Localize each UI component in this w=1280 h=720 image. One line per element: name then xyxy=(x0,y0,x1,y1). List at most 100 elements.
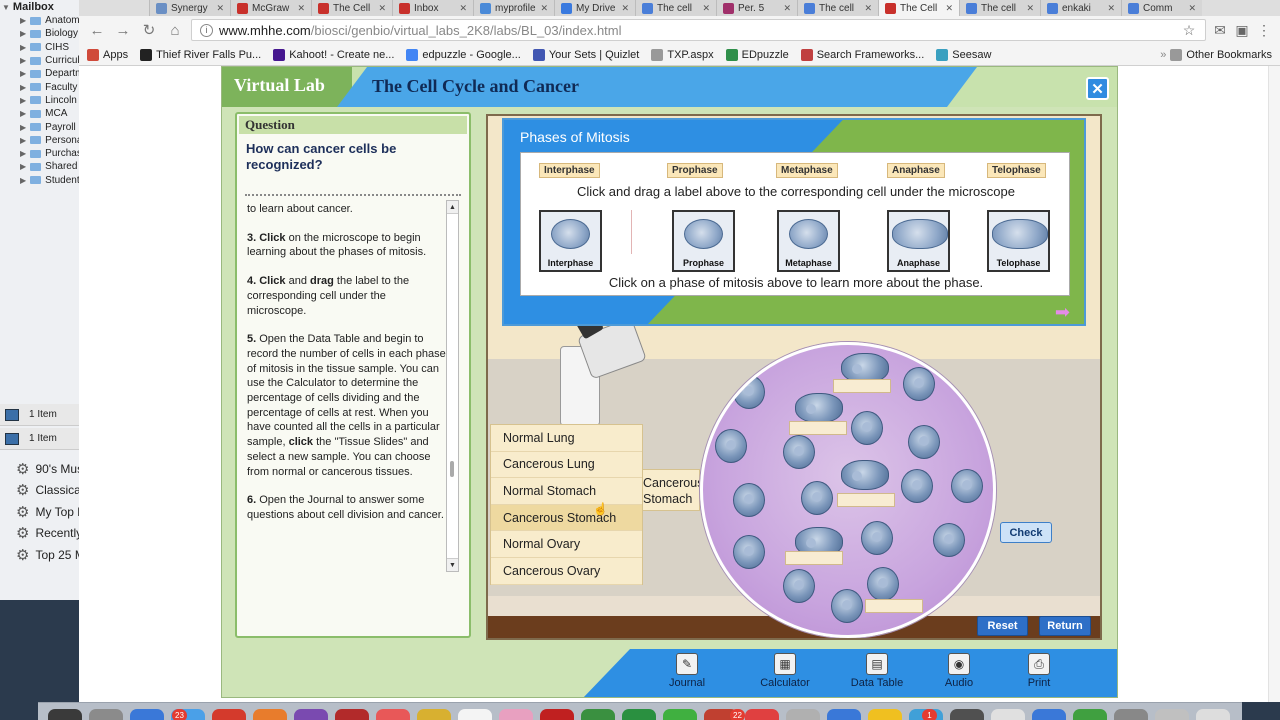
extension-tool-icon[interactable]: ▣ xyxy=(1234,22,1250,38)
dock-app-icon[interactable] xyxy=(991,709,1025,720)
dock-app-icon[interactable] xyxy=(1032,709,1066,720)
close-tab-icon[interactable]: ✕ xyxy=(621,3,629,14)
close-tab-icon[interactable]: ✕ xyxy=(864,3,872,14)
tissue-option[interactable]: Normal Stomach xyxy=(491,478,642,505)
mail-folder[interactable]: ▶ Shared xyxy=(0,160,79,173)
close-tab-icon[interactable]: ✕ xyxy=(216,3,224,14)
dock-app-icon[interactable] xyxy=(1155,709,1189,720)
slide-drop-target[interactable] xyxy=(837,493,895,507)
dock-app-icon[interactable] xyxy=(1114,709,1148,720)
instructions-scrollbar[interactable]: ▲ ▼ xyxy=(446,200,459,572)
dock-app-icon[interactable] xyxy=(294,709,328,720)
print-button[interactable]: ⎙ Print xyxy=(1004,653,1074,689)
tissue-option[interactable]: Cancerous Lung xyxy=(491,452,642,479)
close-tab-icon[interactable]: ✕ xyxy=(783,3,791,14)
browser-tab[interactable]: Synergy ✕ xyxy=(149,0,230,16)
info-icon[interactable]: i xyxy=(200,23,213,37)
close-tab-icon[interactable]: ✕ xyxy=(702,3,710,14)
dock-app-icon[interactable] xyxy=(335,709,369,720)
disclosure-triangle-icon[interactable]: ▶ xyxy=(20,136,26,145)
tissue-option[interactable]: Normal Ovary xyxy=(491,531,642,558)
mailbox-header[interactable]: ▼ Mailbox xyxy=(0,0,79,14)
home-icon[interactable]: ⌂ xyxy=(165,20,185,40)
dock-app-icon[interactable] xyxy=(253,709,287,720)
bookmark-item[interactable]: Seesaw xyxy=(936,48,991,61)
smart-playlist-item[interactable]: ⚙ Classical xyxy=(0,480,80,502)
browser-tab[interactable]: Per. 5 ✕ xyxy=(716,0,797,16)
disclosure-triangle-icon[interactable]: ▼ xyxy=(2,3,10,12)
disclosure-triangle-icon[interactable]: ▶ xyxy=(20,69,26,78)
mail-folder[interactable]: ▶ Curriculum xyxy=(0,54,79,67)
phase-label-telophase[interactable]: Telophase xyxy=(987,163,1046,178)
mail-folder[interactable]: ▶ Department xyxy=(0,67,79,80)
dock-app-icon[interactable] xyxy=(458,709,492,720)
dock-app-icon[interactable] xyxy=(499,709,533,720)
slide-drop-target[interactable] xyxy=(833,379,891,393)
browser-tab[interactable]: myprofile ✕ xyxy=(473,0,554,16)
scroll-up-arrow-icon[interactable]: ▲ xyxy=(447,201,458,214)
dock-app-icon[interactable] xyxy=(130,709,164,720)
back-arrow-icon[interactable]: ← xyxy=(87,20,107,40)
scroll-down-arrow-icon[interactable]: ▼ xyxy=(447,558,458,571)
dock-app-icon[interactable] xyxy=(622,709,656,720)
close-tab-icon[interactable]: ✕ xyxy=(1026,3,1034,14)
mitosis-cell-anaphase[interactable]: Anaphase xyxy=(887,210,950,272)
disclosure-triangle-icon[interactable]: ▶ xyxy=(20,43,26,52)
bookmark-item[interactable]: Kahoot! - Create ne... xyxy=(273,48,394,61)
close-tab-icon[interactable]: ✕ xyxy=(1188,3,1196,14)
reload-icon[interactable]: ↻ xyxy=(139,20,159,40)
dock-app-icon[interactable] xyxy=(827,709,861,720)
smart-playlist-item[interactable]: ⚙ 90's Music xyxy=(0,458,80,480)
close-tab-icon[interactable]: ✕ xyxy=(459,3,467,14)
phase-label-interphase[interactable]: Interphase xyxy=(539,163,600,178)
address-bar[interactable]: i www.mhhe.com/biosci/genbio/virtual_lab… xyxy=(191,19,1206,41)
mail-list-item[interactable]: 1 Item xyxy=(0,428,80,450)
browser-tab[interactable]: The cell ✕ xyxy=(959,0,1040,16)
mail-folder[interactable]: ▶ MCA xyxy=(0,107,79,120)
forward-arrow-icon[interactable]: → xyxy=(113,20,133,40)
close-tab-icon[interactable]: ✕ xyxy=(945,3,953,14)
dock-app-icon[interactable] xyxy=(48,709,82,720)
tissue-option[interactable]: Cancerous Ovary xyxy=(491,558,642,585)
check-button[interactable]: Check xyxy=(1000,522,1052,543)
bookmark-star-icon[interactable]: ☆ xyxy=(1181,22,1197,38)
mitosis-cell-metaphase[interactable]: Metaphase xyxy=(777,210,840,272)
bookmark-item[interactable]: Your Sets | Quizlet xyxy=(532,48,639,61)
dock-app-icon[interactable] xyxy=(89,709,123,720)
close-tab-icon[interactable]: ✕ xyxy=(297,3,305,14)
disclosure-triangle-icon[interactable]: ▶ xyxy=(20,123,26,132)
dock-app-icon[interactable] xyxy=(1196,709,1230,720)
smart-playlist-item[interactable]: ⚙ Top 25 Most Played xyxy=(0,544,80,566)
data-table-button[interactable]: ▤ Data Table xyxy=(842,653,912,689)
phase-label-metaphase[interactable]: Metaphase xyxy=(776,163,838,178)
close-tab-icon[interactable]: ✕ xyxy=(378,3,386,14)
smart-playlist-item[interactable]: ⚙ My Top Rated xyxy=(0,501,80,523)
disclosure-triangle-icon[interactable]: ▶ xyxy=(20,96,26,105)
phase-label-anaphase[interactable]: Anaphase xyxy=(887,163,945,178)
bookmark-item[interactable]: Apps xyxy=(87,48,128,61)
tissue-option[interactable]: Cancerous Stomach xyxy=(491,504,642,532)
tissue-option[interactable]: Normal Lung xyxy=(491,425,642,452)
bookmark-item[interactable]: TXP.aspx xyxy=(651,48,714,61)
mail-folder[interactable]: ▶ Students xyxy=(0,174,79,187)
audio-button[interactable]: ◉ Audio xyxy=(924,653,994,689)
bookmark-item[interactable]: EDpuzzle xyxy=(725,48,789,61)
next-arrow-icon[interactable]: ➡ xyxy=(1055,302,1070,323)
calculator-button[interactable]: ▦ Calculator xyxy=(750,653,820,689)
dock-app-icon[interactable] xyxy=(786,709,820,720)
close-tab-icon[interactable]: ✕ xyxy=(1107,3,1115,14)
smart-playlist-item[interactable]: ⚙ Recently Played xyxy=(0,523,80,545)
dock-app-icon[interactable] xyxy=(950,709,984,720)
mail-folder[interactable]: ▶ Faculty xyxy=(0,80,79,93)
browser-tab[interactable]: Inbox ✕ xyxy=(392,0,473,16)
disclosure-triangle-icon[interactable]: ▶ xyxy=(20,16,26,25)
close-tab-icon[interactable]: ✕ xyxy=(540,3,548,14)
dock-app-icon[interactable] xyxy=(1073,709,1107,720)
dock-app-icon[interactable] xyxy=(376,709,410,720)
bookmark-item[interactable]: Thief River Falls Pu... xyxy=(140,48,261,61)
slide-drop-target[interactable] xyxy=(789,421,847,435)
mail-folder[interactable]: ▶ Personal xyxy=(0,134,79,147)
browser-tab[interactable]: enkaki ✕ xyxy=(1040,0,1121,16)
mitosis-cell-prophase[interactable]: Prophase xyxy=(672,210,735,272)
mail-folder[interactable]: ▶ Purchasing xyxy=(0,147,79,160)
